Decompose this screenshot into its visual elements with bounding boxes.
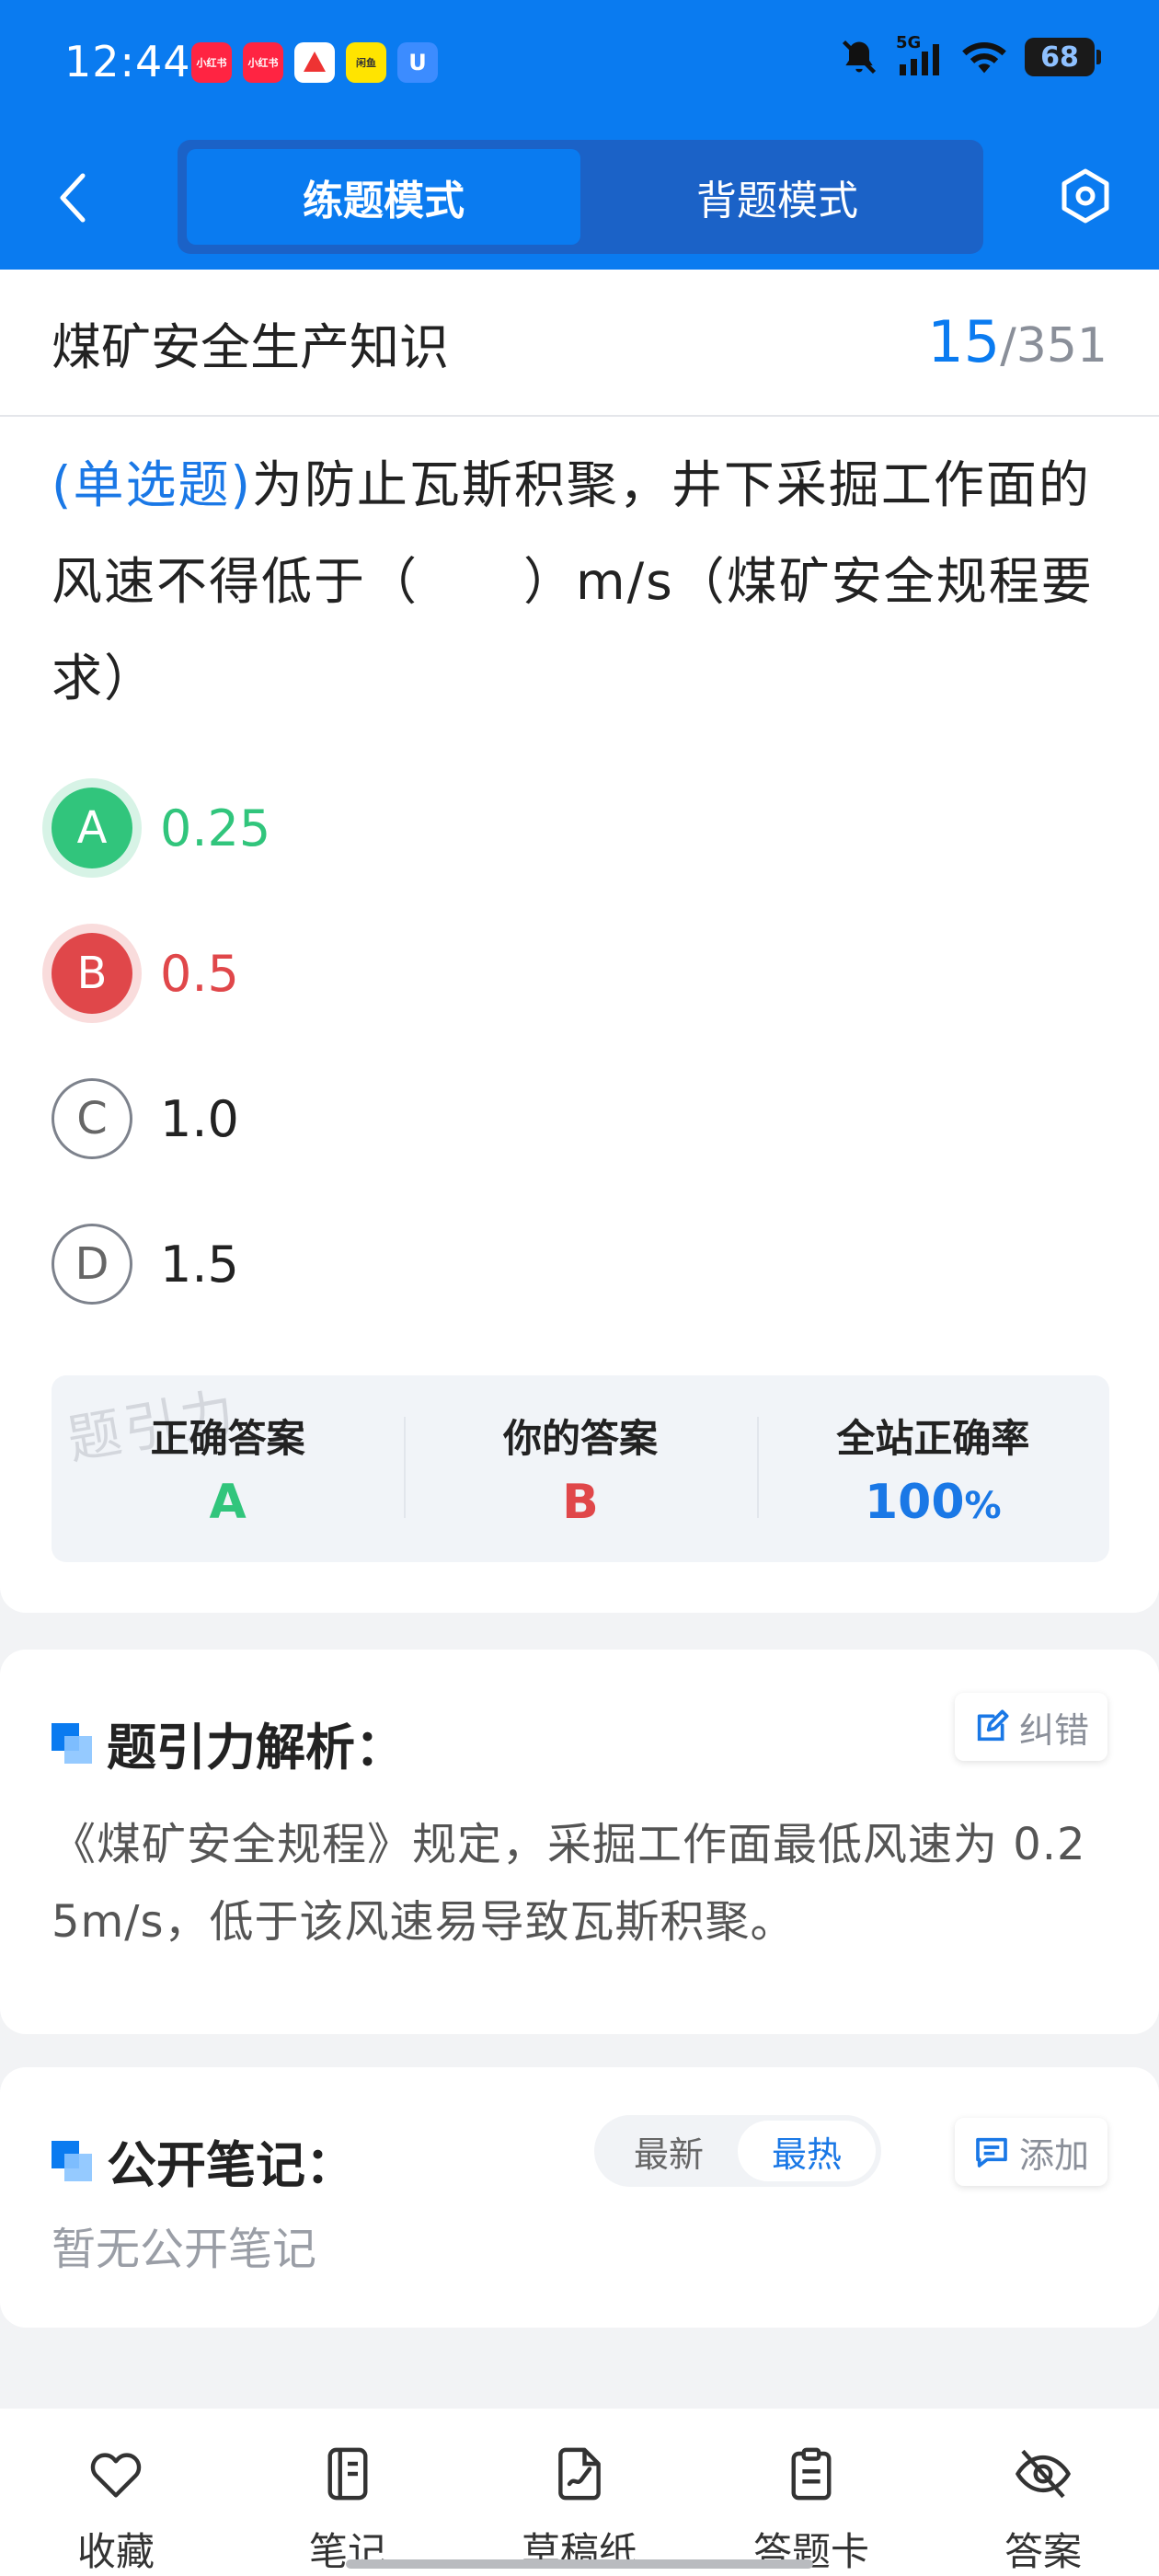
option-d[interactable]: D 1.5 <box>52 1218 239 1310</box>
correct-answer-column: 正确答案 A <box>52 1408 404 1530</box>
eye-off-icon <box>1011 2444 1075 2504</box>
progress-separator: / <box>1000 318 1016 374</box>
chevron-left-icon <box>60 173 86 223</box>
notebook-icon <box>316 2444 380 2504</box>
analysis-title: 题引力解析： <box>107 1719 405 1777</box>
option-c[interactable]: C 1.0 <box>52 1073 239 1165</box>
total-question-count: 351 <box>1016 318 1107 374</box>
answer-sheet-button[interactable]: 答题卡 <box>695 2409 927 2576</box>
analysis-header: 题引力解析： <box>52 1707 405 1779</box>
notes-sort-toggle: 最新 最热 <box>594 2115 881 2187</box>
notes-button[interactable]: 笔记 <box>232 2409 464 2576</box>
accuracy-rate-label: 全站正确率 <box>836 1416 1030 1461</box>
wifi-icon <box>962 42 1006 74</box>
correct-answer-label: 正确答案 <box>150 1416 305 1461</box>
option-letter: C <box>52 1078 132 1159</box>
option-text: 0.5 <box>160 944 239 1003</box>
mute-bell-icon <box>842 40 877 75</box>
status-bar: 12:44 小红书 小红书 闲鱼 U 5G 68 <box>0 0 1159 129</box>
show-answer-label: 答案 <box>1004 2529 1082 2574</box>
question-stem: (单选题)为防止瓦斯积聚，井下采掘工作面的风速不得低于（ ）m/s（煤矿安全规程… <box>52 437 1109 727</box>
notes-header: 公开笔记： <box>52 2124 355 2197</box>
notes-empty-text: 暂无公开笔记 <box>52 2224 317 2275</box>
notification-app-icons: 小红书 小红书 闲鱼 U <box>191 42 438 83</box>
analysis-card: 题引力解析： 纠错 《煤矿安全规程》规定，采掘工作面最低风速为 0.25m/s，… <box>0 1650 1159 2034</box>
option-text: 0.25 <box>160 799 271 857</box>
show-answer-button[interactable]: 答案 <box>927 2409 1159 2576</box>
status-indicators: 5G 68 <box>839 33 1101 77</box>
option-text: 1.0 <box>160 1089 239 1148</box>
edit-icon <box>977 1709 1009 1742</box>
option-text: 1.5 <box>160 1235 239 1294</box>
subject-title: 煤矿安全生产知识 <box>52 318 449 376</box>
home-indicator[interactable] <box>346 2559 813 2569</box>
your-answer-column: 你的答案 B <box>404 1408 756 1530</box>
draft-paper-button[interactable]: 草稿纸 <box>464 2409 695 2576</box>
add-note-label: 添加 <box>1018 2134 1089 2176</box>
xiaohongshu-app-icon: 小红书 <box>191 42 232 83</box>
app-notification-icon <box>294 42 335 83</box>
u-app-icon: U <box>397 42 438 83</box>
heart-icon <box>84 2444 148 2504</box>
accuracy-rate-number: 100 <box>865 1475 965 1530</box>
back-button[interactable] <box>46 166 101 230</box>
report-error-button[interactable]: 纠错 <box>954 1693 1107 1761</box>
draft-paper-icon <box>547 2444 612 2504</box>
xiaohongshu-app-icon: 小红书 <box>243 42 283 83</box>
sort-hottest[interactable]: 最热 <box>738 2121 876 2181</box>
add-note-button[interactable]: 添加 <box>954 2118 1107 2186</box>
public-notes-card: 公开笔记： 最新 最热 添加 暂无公开笔记 <box>0 2067 1159 2328</box>
bottom-toolbar: 收藏 笔记 草稿纸 答题卡 答案 <box>0 2409 1159 2576</box>
subject-bar: 煤矿安全生产知识 15/351 <box>0 270 1159 417</box>
xianyu-app-icon: 闲鱼 <box>346 42 386 83</box>
answer-sheet-icon <box>779 2444 843 2504</box>
sort-latest[interactable]: 最新 <box>600 2121 738 2181</box>
section-marker-icon <box>52 1722 92 1764</box>
battery-indicator: 68 <box>1025 38 1101 76</box>
tab-memorize-mode[interactable]: 背题模式 <box>580 149 974 245</box>
comment-icon <box>976 2137 1007 2168</box>
favorite-label: 收藏 <box>76 2529 155 2574</box>
accuracy-rate-unit: % <box>964 1485 1002 1527</box>
report-error-label: 纠错 <box>1018 1709 1089 1751</box>
analysis-text: 《煤矿安全规程》规定，采掘工作面最低风速为 0.25m/s，低于该风速易导致瓦斯… <box>52 1819 1086 1948</box>
answer-result-panel: 题引力 正确答案 A 你的答案 B 全站正确率 100% <box>52 1375 1109 1562</box>
question-progress[interactable]: 15/351 <box>927 308 1107 375</box>
your-answer-label: 你的答案 <box>502 1416 658 1461</box>
current-question-number: 15 <box>927 308 1001 375</box>
tab-practice-mode[interactable]: 练题模式 <box>187 149 580 245</box>
signal-5g-icon: 5G <box>896 33 944 77</box>
option-letter: B <box>52 933 132 1014</box>
accuracy-rate-value: 100% <box>757 1475 1109 1530</box>
top-header: 12:44 小红书 小红书 闲鱼 U 5G 68 练题模式 背题模式 <box>0 0 1159 270</box>
option-letter: D <box>52 1224 132 1305</box>
question-card: 煤矿安全生产知识 15/351 (单选题)为防止瓦斯积聚，井下采掘工作面的风速不… <box>0 270 1159 1613</box>
option-letter: A <box>52 788 132 868</box>
notes-title: 公开笔记： <box>107 2136 355 2194</box>
option-a[interactable]: A 0.25 <box>52 782 270 874</box>
settings-hex-icon <box>1061 168 1109 224</box>
question-type-label: (单选题) <box>52 455 252 514</box>
correct-answer-value: A <box>209 1475 247 1530</box>
accuracy-rate-column: 全站正确率 100% <box>756 1408 1109 1530</box>
option-b[interactable]: B 0.5 <box>52 927 239 1019</box>
status-time: 12:44 <box>64 37 191 86</box>
mode-switch: 练题模式 背题模式 <box>178 140 983 254</box>
your-answer-value: B <box>562 1475 599 1530</box>
settings-button[interactable] <box>1049 164 1122 228</box>
section-marker-icon <box>52 2140 92 2181</box>
favorite-button[interactable]: 收藏 <box>0 2409 232 2576</box>
